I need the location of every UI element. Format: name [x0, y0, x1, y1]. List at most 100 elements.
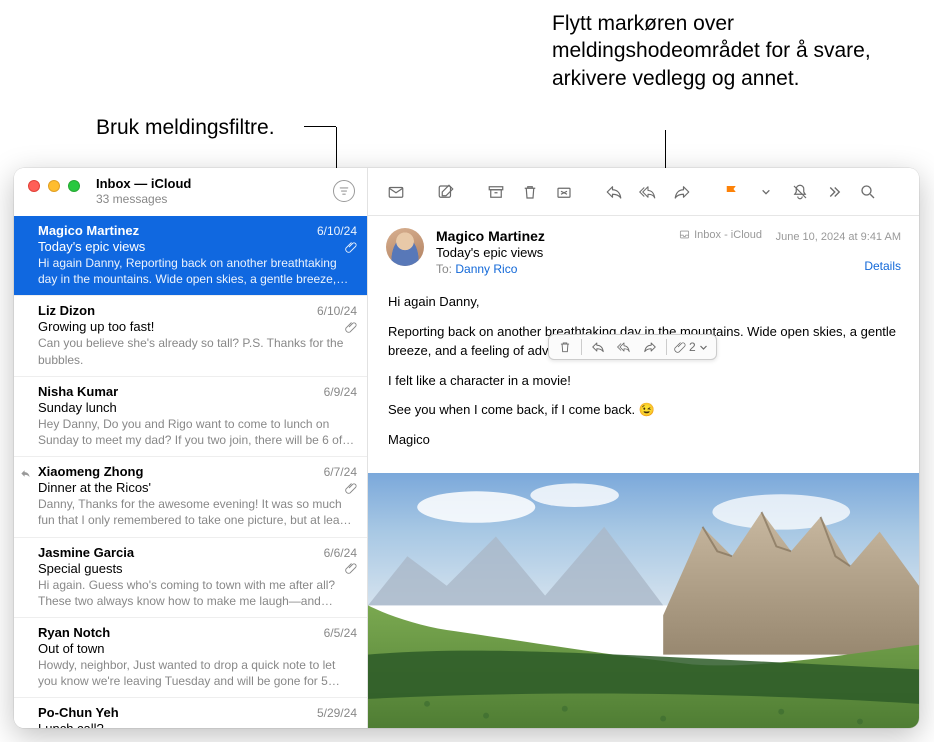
msg-subject: Growing up too fast!: [38, 319, 341, 334]
message-list-item[interactable]: Magico Martinez6/10/24Today's epic views…: [14, 216, 367, 296]
msg-sender: Jasmine Garcia: [38, 545, 324, 560]
divider: [666, 339, 667, 355]
header-to-row: To: Danny Rico: [436, 262, 667, 276]
filter-button[interactable]: [333, 180, 355, 202]
archive-icon: [487, 183, 505, 201]
envelope-icon: [387, 183, 405, 201]
message-list-item[interactable]: Ryan Notch6/5/24Out of townHowdy, neighb…: [14, 618, 367, 698]
search-button[interactable]: [854, 180, 882, 204]
msg-date: 6/9/24: [324, 385, 357, 399]
close-button[interactable]: [28, 180, 40, 192]
chevron-down-icon: [699, 343, 708, 352]
more-toolbar-button[interactable]: [820, 180, 848, 204]
message-list-item[interactable]: Jasmine Garcia6/6/24Special guestsHi aga…: [14, 538, 367, 618]
msg-sender: Magico Martinez: [38, 223, 317, 238]
hover-action-toolbar: 2: [548, 334, 717, 360]
msg-preview: Can you believe she's already so tall? P…: [38, 335, 357, 367]
junk-button[interactable]: [550, 180, 578, 204]
msg-date: 6/10/24: [317, 224, 357, 238]
hover-reply-all-button[interactable]: [612, 337, 636, 357]
msg-subject: Dinner at the Ricos': [38, 480, 341, 495]
message-list-item[interactable]: Nisha Kumar6/9/24Sunday lunchHey Danny, …: [14, 377, 367, 457]
junk-icon: [555, 183, 573, 201]
compose-icon: [437, 183, 455, 201]
forward-button[interactable]: [668, 180, 696, 204]
header-to-label: To:: [436, 262, 452, 276]
reply-button[interactable]: [600, 180, 628, 204]
paperclip-icon: [345, 321, 357, 333]
flag-button[interactable]: [718, 180, 746, 204]
body-paragraph: Hi again Danny,: [388, 292, 899, 312]
trash-icon: [558, 340, 572, 354]
chevron-down-icon: [761, 187, 771, 197]
header-right: Inbox - iCloud June 10, 2024 at 9:41 AM …: [679, 228, 901, 273]
msg-subject: Special guests: [38, 561, 341, 576]
divider: [581, 339, 582, 355]
paperclip-icon: [345, 562, 357, 574]
msg-sender: Po-Chun Yeh: [38, 705, 317, 720]
msg-preview: Howdy, neighbor, Just wanted to drop a q…: [38, 657, 357, 689]
message-attachment-image[interactable]: [368, 473, 919, 728]
inbox-icon: [679, 229, 690, 240]
mute-button[interactable]: [786, 180, 814, 204]
message-list[interactable]: Magico Martinez6/10/24Today's epic views…: [14, 216, 367, 728]
hover-delete-button[interactable]: [553, 337, 577, 357]
trash-icon: [521, 183, 539, 201]
forward-icon: [673, 183, 691, 201]
attachment-count: 2: [689, 340, 696, 354]
header-mailbox-label: Inbox - iCloud: [694, 229, 762, 241]
msg-subject: Sunday lunch: [38, 400, 357, 415]
maximize-button[interactable]: [68, 180, 80, 192]
sidebar-header: Inbox — iCloud 33 messages: [14, 168, 367, 216]
header-to-name[interactable]: Danny Rico: [455, 262, 517, 276]
minimize-button[interactable]: [48, 180, 60, 192]
msg-preview: Hi again. Guess who's coming to town wit…: [38, 577, 357, 609]
annotation-left: Bruk meldingsfiltre.: [96, 114, 275, 141]
message-list-item[interactable]: Xiaomeng Zhong6/7/24Dinner at the Ricos'…: [14, 457, 367, 537]
header-mailbox[interactable]: Inbox - iCloud: [679, 229, 762, 241]
sender-avatar[interactable]: [386, 228, 424, 266]
msg-subject: Today's epic views: [38, 239, 341, 254]
hover-attachments-button[interactable]: 2: [670, 340, 712, 354]
body-paragraph: Magico: [388, 430, 899, 450]
chevrons-right-icon: [825, 183, 843, 201]
search-icon: [859, 183, 877, 201]
hover-reply-button[interactable]: [586, 337, 610, 357]
message-content-pane: Magico Martinez Today's epic views To: D…: [368, 168, 919, 728]
landscape-image: [368, 473, 919, 728]
msg-date: 6/6/24: [324, 546, 357, 560]
annotation-right: Flytt markøren over meldingshodeområdet …: [552, 10, 892, 92]
body-paragraph: See you when I come back, if I come back…: [388, 400, 899, 420]
msg-date: 6/10/24: [317, 304, 357, 318]
forward-icon: [643, 340, 657, 354]
message-list-item[interactable]: Liz Dizon6/10/24Growing up too fast!Can …: [14, 296, 367, 376]
get-mail-button[interactable]: [382, 180, 410, 204]
msg-sender: Nisha Kumar: [38, 384, 324, 399]
reply-all-button[interactable]: [634, 180, 662, 204]
archive-button[interactable]: [482, 180, 510, 204]
msg-preview: Danny, Thanks for the awesome evening! I…: [38, 496, 357, 528]
paperclip-icon: [345, 482, 357, 494]
callout-line-left-h: [304, 126, 336, 127]
header-text: Magico Martinez Today's epic views To: D…: [436, 228, 667, 276]
header-details-link[interactable]: Details: [679, 259, 901, 273]
message-header: Magico Martinez Today's epic views To: D…: [368, 216, 919, 284]
window-controls: [28, 176, 80, 192]
hover-forward-button[interactable]: [638, 337, 662, 357]
flag-menu-button[interactable]: [752, 180, 780, 204]
message-list-pane: Inbox — iCloud 33 messages Magico Martin…: [14, 168, 368, 728]
header-date: June 10, 2024 at 9:41 AM: [776, 231, 901, 243]
message-list-item[interactable]: Po-Chun Yeh5/29/24Lunch call?Think you'l…: [14, 698, 367, 728]
mailbox-title: Inbox — iCloud: [96, 176, 333, 191]
filter-icon: [339, 186, 349, 196]
msg-date: 6/7/24: [324, 465, 357, 479]
sidebar-title-wrap: Inbox — iCloud 33 messages: [96, 176, 333, 206]
msg-preview: Hi again Danny, Reporting back on anothe…: [38, 255, 357, 287]
msg-preview: Hey Danny, Do you and Rigo want to come …: [38, 416, 357, 448]
delete-button[interactable]: [516, 180, 544, 204]
msg-subject: Lunch call?: [38, 721, 357, 728]
compose-button[interactable]: [432, 180, 460, 204]
reply-all-icon: [639, 183, 657, 201]
callout-line-left: [336, 127, 337, 171]
msg-sender: Ryan Notch: [38, 625, 324, 640]
